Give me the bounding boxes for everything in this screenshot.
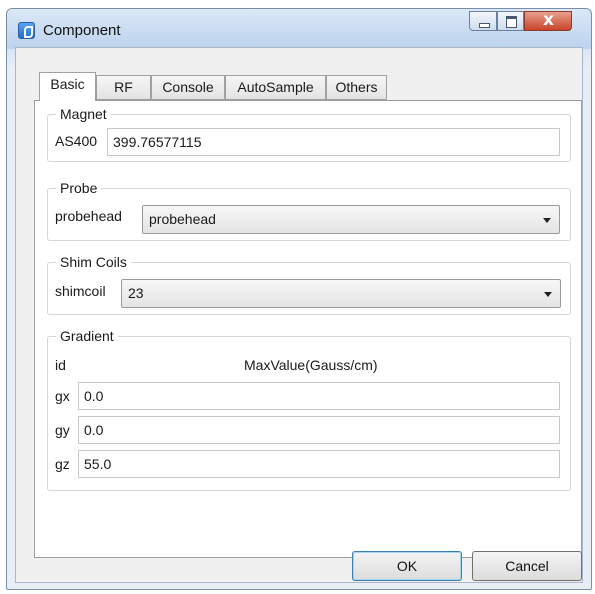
chevron-down-icon <box>544 292 552 297</box>
app-icon <box>18 22 35 39</box>
gradient-gx-label: gx <box>55 388 70 404</box>
ok-button[interactable]: OK <box>352 551 462 581</box>
probehead-select-value: probehead <box>149 211 216 227</box>
probe-group-title: Probe <box>56 179 102 197</box>
shimcoil-select[interactable]: 23 <box>121 279 561 308</box>
shimcoil-select-value: 23 <box>128 285 144 301</box>
close-button[interactable] <box>524 10 572 31</box>
gradient-gz-input[interactable]: 55.0 <box>78 450 560 478</box>
shim-coils-group: Shim Coils shimcoil 23 <box>47 253 571 315</box>
gradient-maxvalue-header: MaxValue(Gauss/cm) <box>244 357 378 373</box>
tab-others[interactable]: Others <box>326 75 387 100</box>
gradient-gx-input[interactable]: 0.0 <box>78 382 560 410</box>
tab-autosample[interactable]: AutoSample <box>225 75 326 100</box>
basic-tab-panel: Magnet AS400 399.76577115 Probe probehea… <box>34 100 582 558</box>
component-dialog: Component Basic RF Console AutoSample Ot… <box>6 8 592 590</box>
gradient-gz-label: gz <box>55 456 70 472</box>
tab-console[interactable]: Console <box>151 75 225 100</box>
minimize-button[interactable] <box>469 11 497 31</box>
gradient-id-header: id <box>55 357 66 373</box>
tab-basic[interactable]: Basic <box>39 72 96 101</box>
title-bar[interactable]: Component <box>7 9 591 47</box>
magnet-group: Magnet AS400 399.76577115 <box>47 105 571 162</box>
dialog-client-area: Basic RF Console AutoSample Others Magne… <box>15 47 583 583</box>
window-title: Component <box>43 22 121 39</box>
probe-group: Probe probehead probehead <box>47 179 571 241</box>
chevron-down-icon <box>543 218 551 223</box>
maximize-button[interactable] <box>497 11 524 31</box>
cancel-button[interactable]: Cancel <box>472 551 582 581</box>
probe-label: probehead <box>55 208 122 224</box>
gradient-group-title: Gradient <box>56 327 118 345</box>
shim-coils-group-title: Shim Coils <box>56 253 131 271</box>
tab-rf[interactable]: RF <box>96 75 151 100</box>
magnet-value-input[interactable]: 399.76577115 <box>107 128 560 156</box>
shimcoil-label: shimcoil <box>55 283 106 299</box>
gradient-group: Gradient id MaxValue(Gauss/cm) gx 0.0 gy… <box>47 327 571 491</box>
magnet-label: AS400 <box>55 133 98 149</box>
gradient-gy-label: gy <box>55 422 70 438</box>
gradient-gy-input[interactable]: 0.0 <box>78 416 560 444</box>
magnet-group-title: Magnet <box>56 105 111 123</box>
probehead-select[interactable]: probehead <box>142 205 560 234</box>
